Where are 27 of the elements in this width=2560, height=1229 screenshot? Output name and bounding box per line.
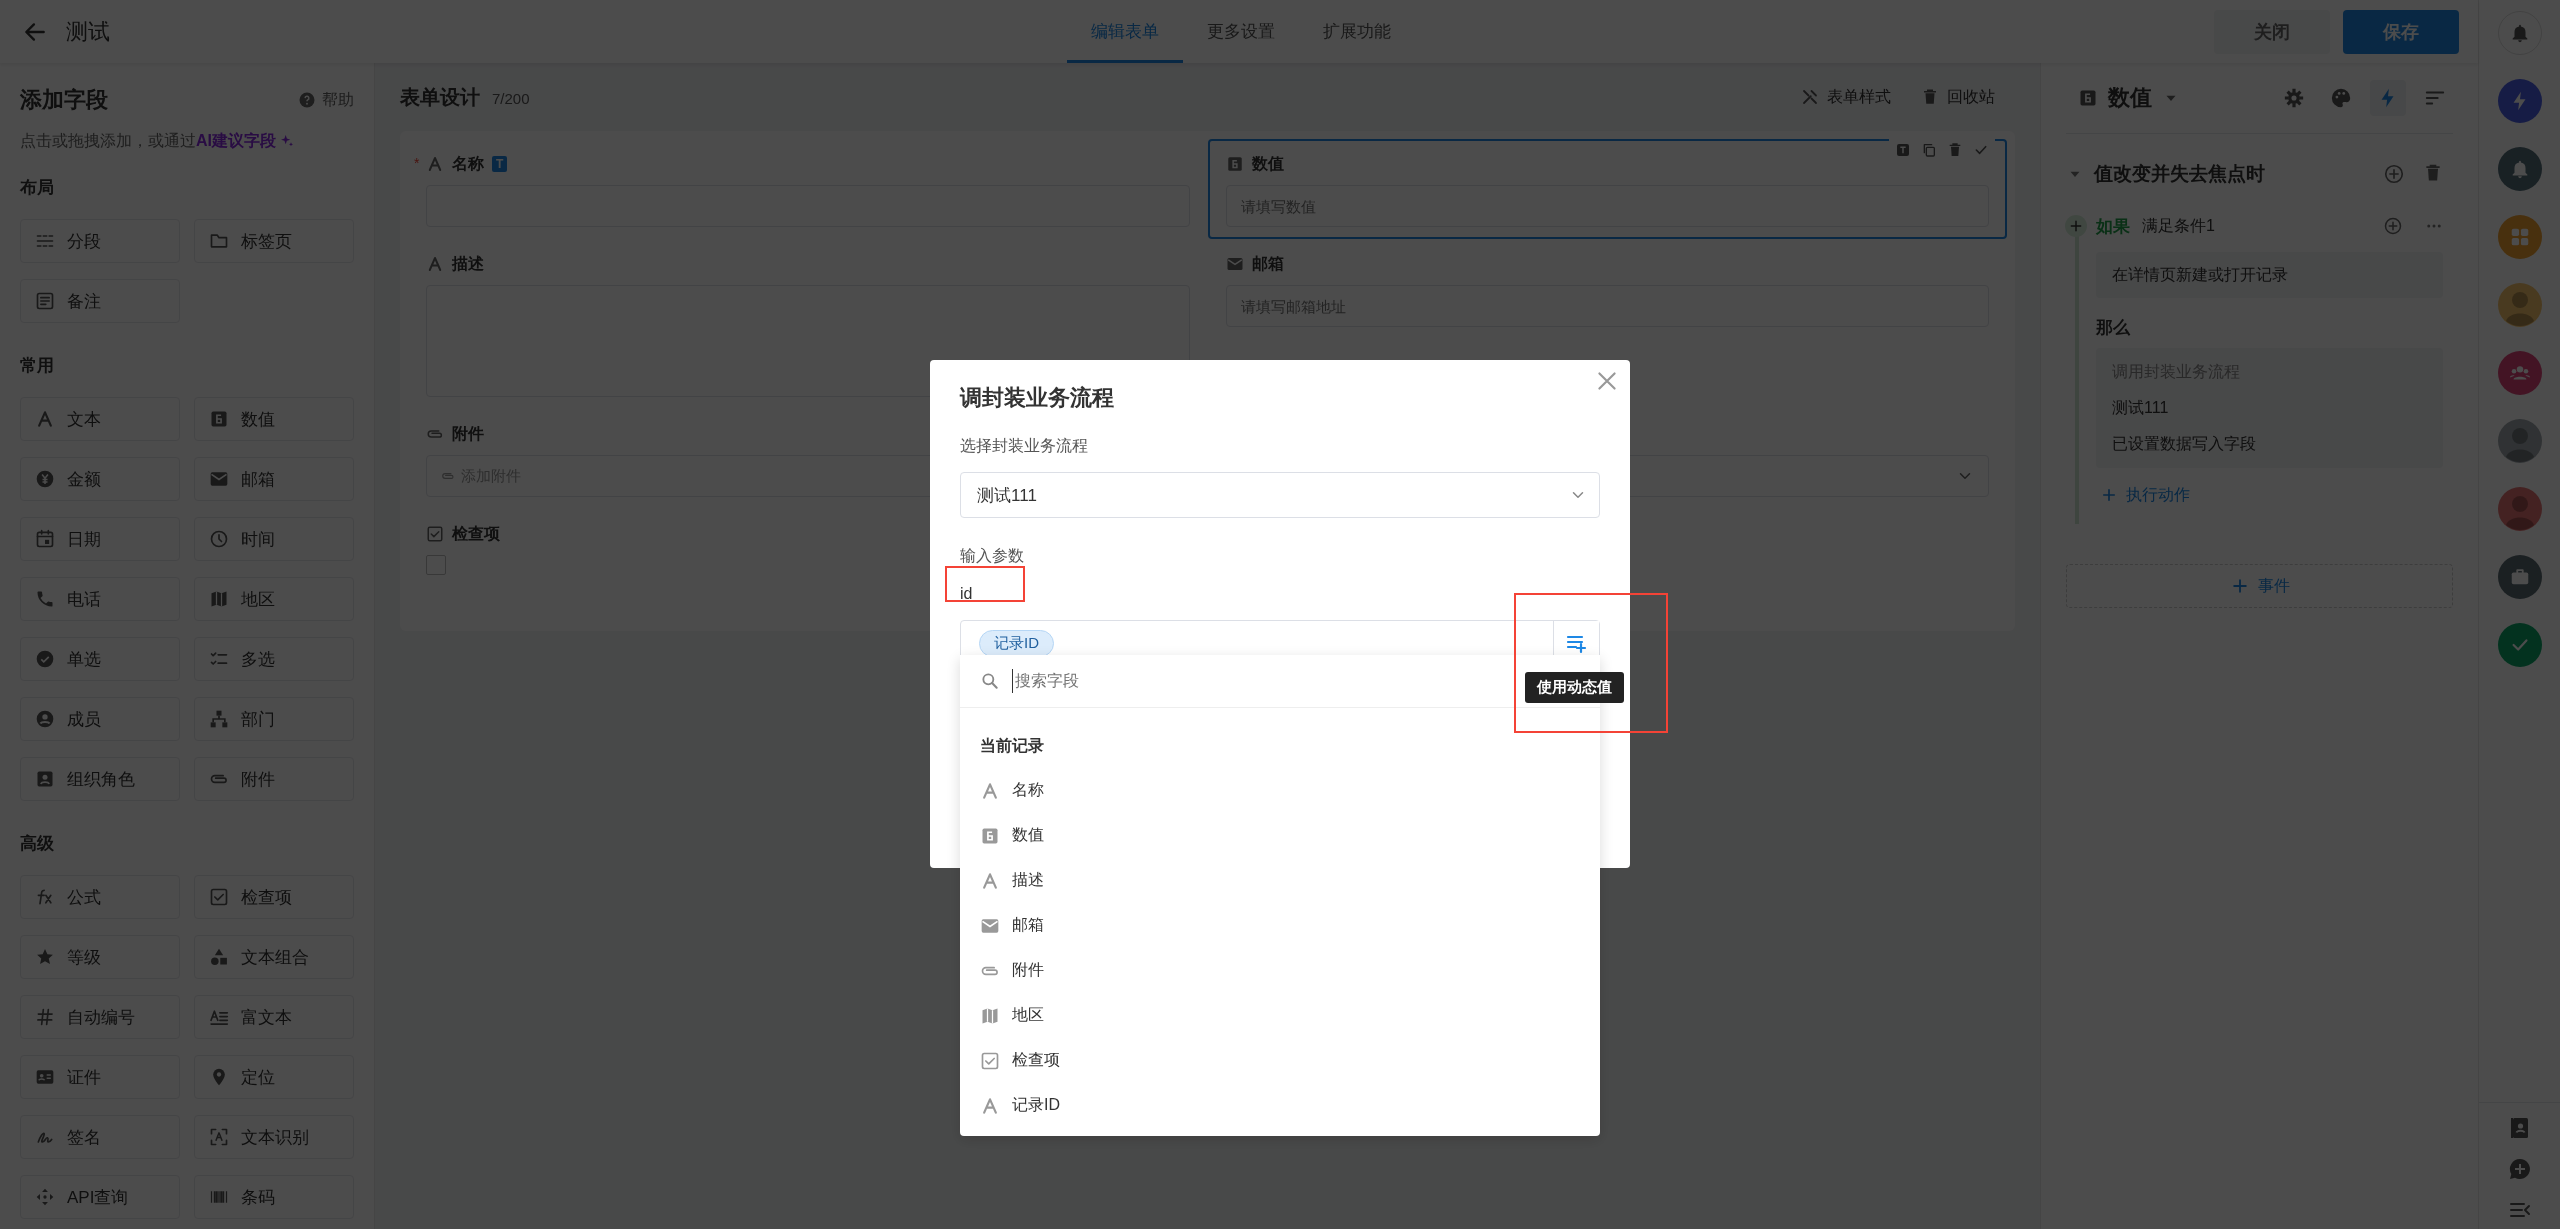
dialog-title: 调封装业务流程 <box>960 384 1115 412</box>
panel-title: 数值 <box>2108 84 2152 112</box>
event-title: 值改变并失去焦点时 <box>2094 162 2265 186</box>
field-label: 输入参数 <box>960 546 1025 566</box>
section-title: 表单设计 <box>400 84 480 110</box>
section-title: 常用 <box>20 355 55 377</box>
field-label: 附件 <box>452 423 484 444</box>
group-title: 当前记录 <box>979 736 1045 756</box>
field-label: 数值 <box>1251 153 1284 174</box>
condition-keyword: 如果 <box>2096 215 2130 238</box>
page-title: 测试 <box>66 17 110 46</box>
field-label: 选择封装业务流程 <box>960 436 1089 456</box>
field-label: 描述 <box>452 253 484 274</box>
field-label: 邮箱 <box>1251 253 1284 274</box>
trigger-text: 在详情页新建或打开记录 <box>2112 264 2288 285</box>
field-label: 名称 <box>452 153 484 174</box>
condition-text: 满足条件1 <box>2142 215 2215 236</box>
section-title: 高级 <box>20 833 55 855</box>
field-label: 检查项 <box>452 523 500 544</box>
panel-title: 添加字段 <box>20 86 108 114</box>
section-title: 布局 <box>20 177 55 199</box>
action-detail: 测试111 <box>2112 398 2170 418</box>
action-detail: 已设置数据写入字段 <box>2112 434 2257 454</box>
required-mark: * <box>414 155 420 171</box>
then-label: 那么 <box>2096 317 2131 338</box>
tooltip: 使用动态值 <box>1525 672 1624 703</box>
param-name: id <box>960 584 974 604</box>
